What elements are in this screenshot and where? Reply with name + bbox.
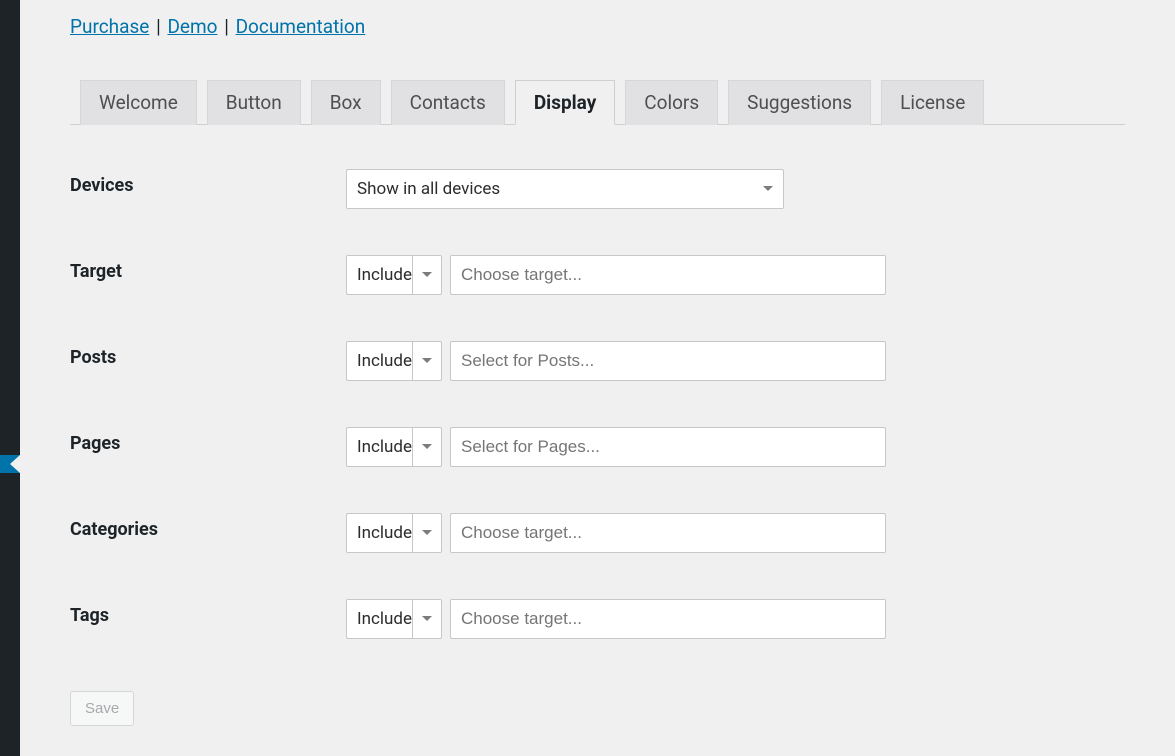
devices-select-value: Show in all devices xyxy=(357,179,500,199)
chevron-down-icon xyxy=(412,428,441,466)
demo-link[interactable]: Demo xyxy=(167,15,217,38)
tab-colors[interactable]: Colors xyxy=(625,80,718,125)
posts-label: Posts xyxy=(70,341,346,368)
row-pages: Pages Include xyxy=(70,427,1125,467)
pages-label: Pages xyxy=(70,427,346,454)
pages-include-value: Include xyxy=(357,437,412,457)
tags-input[interactable] xyxy=(450,599,886,639)
tab-bar: Welcome Button Box Contacts Display Colo… xyxy=(70,79,1125,125)
content-area: Purchase | Demo | Documentation Welcome … xyxy=(20,0,1175,756)
categories-label: Categories xyxy=(70,513,346,540)
separator: | xyxy=(217,15,235,38)
chevron-down-icon xyxy=(412,600,441,638)
posts-input[interactable] xyxy=(450,341,886,381)
save-button[interactable]: Save xyxy=(70,691,134,726)
pages-include-select[interactable]: Include xyxy=(346,427,442,467)
tab-contacts[interactable]: Contacts xyxy=(391,80,505,125)
tags-label: Tags xyxy=(70,599,346,626)
tab-button[interactable]: Button xyxy=(207,80,301,125)
devices-label: Devices xyxy=(70,169,346,196)
target-include-select[interactable]: Include xyxy=(346,255,442,295)
posts-include-value: Include xyxy=(357,351,412,371)
chevron-down-icon xyxy=(412,342,441,380)
tab-box[interactable]: Box xyxy=(311,80,381,125)
categories-input[interactable] xyxy=(450,513,886,553)
admin-sidebar xyxy=(0,0,20,756)
top-links: Purchase | Demo | Documentation xyxy=(70,14,1125,41)
row-posts: Posts Include xyxy=(70,341,1125,381)
row-categories: Categories Include xyxy=(70,513,1125,553)
purchase-link[interactable]: Purchase xyxy=(70,15,149,38)
pages-input[interactable] xyxy=(450,427,886,467)
tab-display[interactable]: Display xyxy=(515,80,615,125)
tags-include-select[interactable]: Include xyxy=(346,599,442,639)
documentation-link[interactable]: Documentation xyxy=(236,15,366,38)
target-label: Target xyxy=(70,255,346,282)
tab-license[interactable]: License xyxy=(881,80,984,125)
posts-include-select[interactable]: Include xyxy=(346,341,442,381)
row-devices: Devices Show in all devices xyxy=(70,169,1125,209)
tab-welcome[interactable]: Welcome xyxy=(80,80,197,125)
display-settings-form: Devices Show in all devices Target Inclu… xyxy=(70,169,1125,726)
devices-select[interactable]: Show in all devices xyxy=(346,169,784,209)
categories-include-value: Include xyxy=(357,523,412,543)
chevron-down-icon xyxy=(412,514,441,552)
target-input[interactable] xyxy=(450,255,886,295)
target-include-value: Include xyxy=(357,265,412,285)
chevron-down-icon xyxy=(412,256,441,294)
tab-suggestions[interactable]: Suggestions xyxy=(728,80,871,125)
categories-include-select[interactable]: Include xyxy=(346,513,442,553)
chevron-down-icon xyxy=(753,170,783,208)
row-tags: Tags Include xyxy=(70,599,1125,639)
separator: | xyxy=(149,15,167,38)
tags-include-value: Include xyxy=(357,609,412,629)
row-target: Target Include xyxy=(70,255,1125,295)
collapse-menu-caret-icon[interactable] xyxy=(10,455,20,473)
